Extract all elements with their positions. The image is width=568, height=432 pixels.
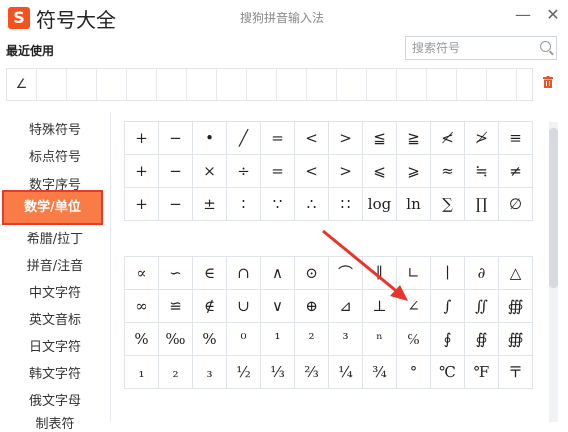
annotation-arrow xyxy=(322,229,408,301)
